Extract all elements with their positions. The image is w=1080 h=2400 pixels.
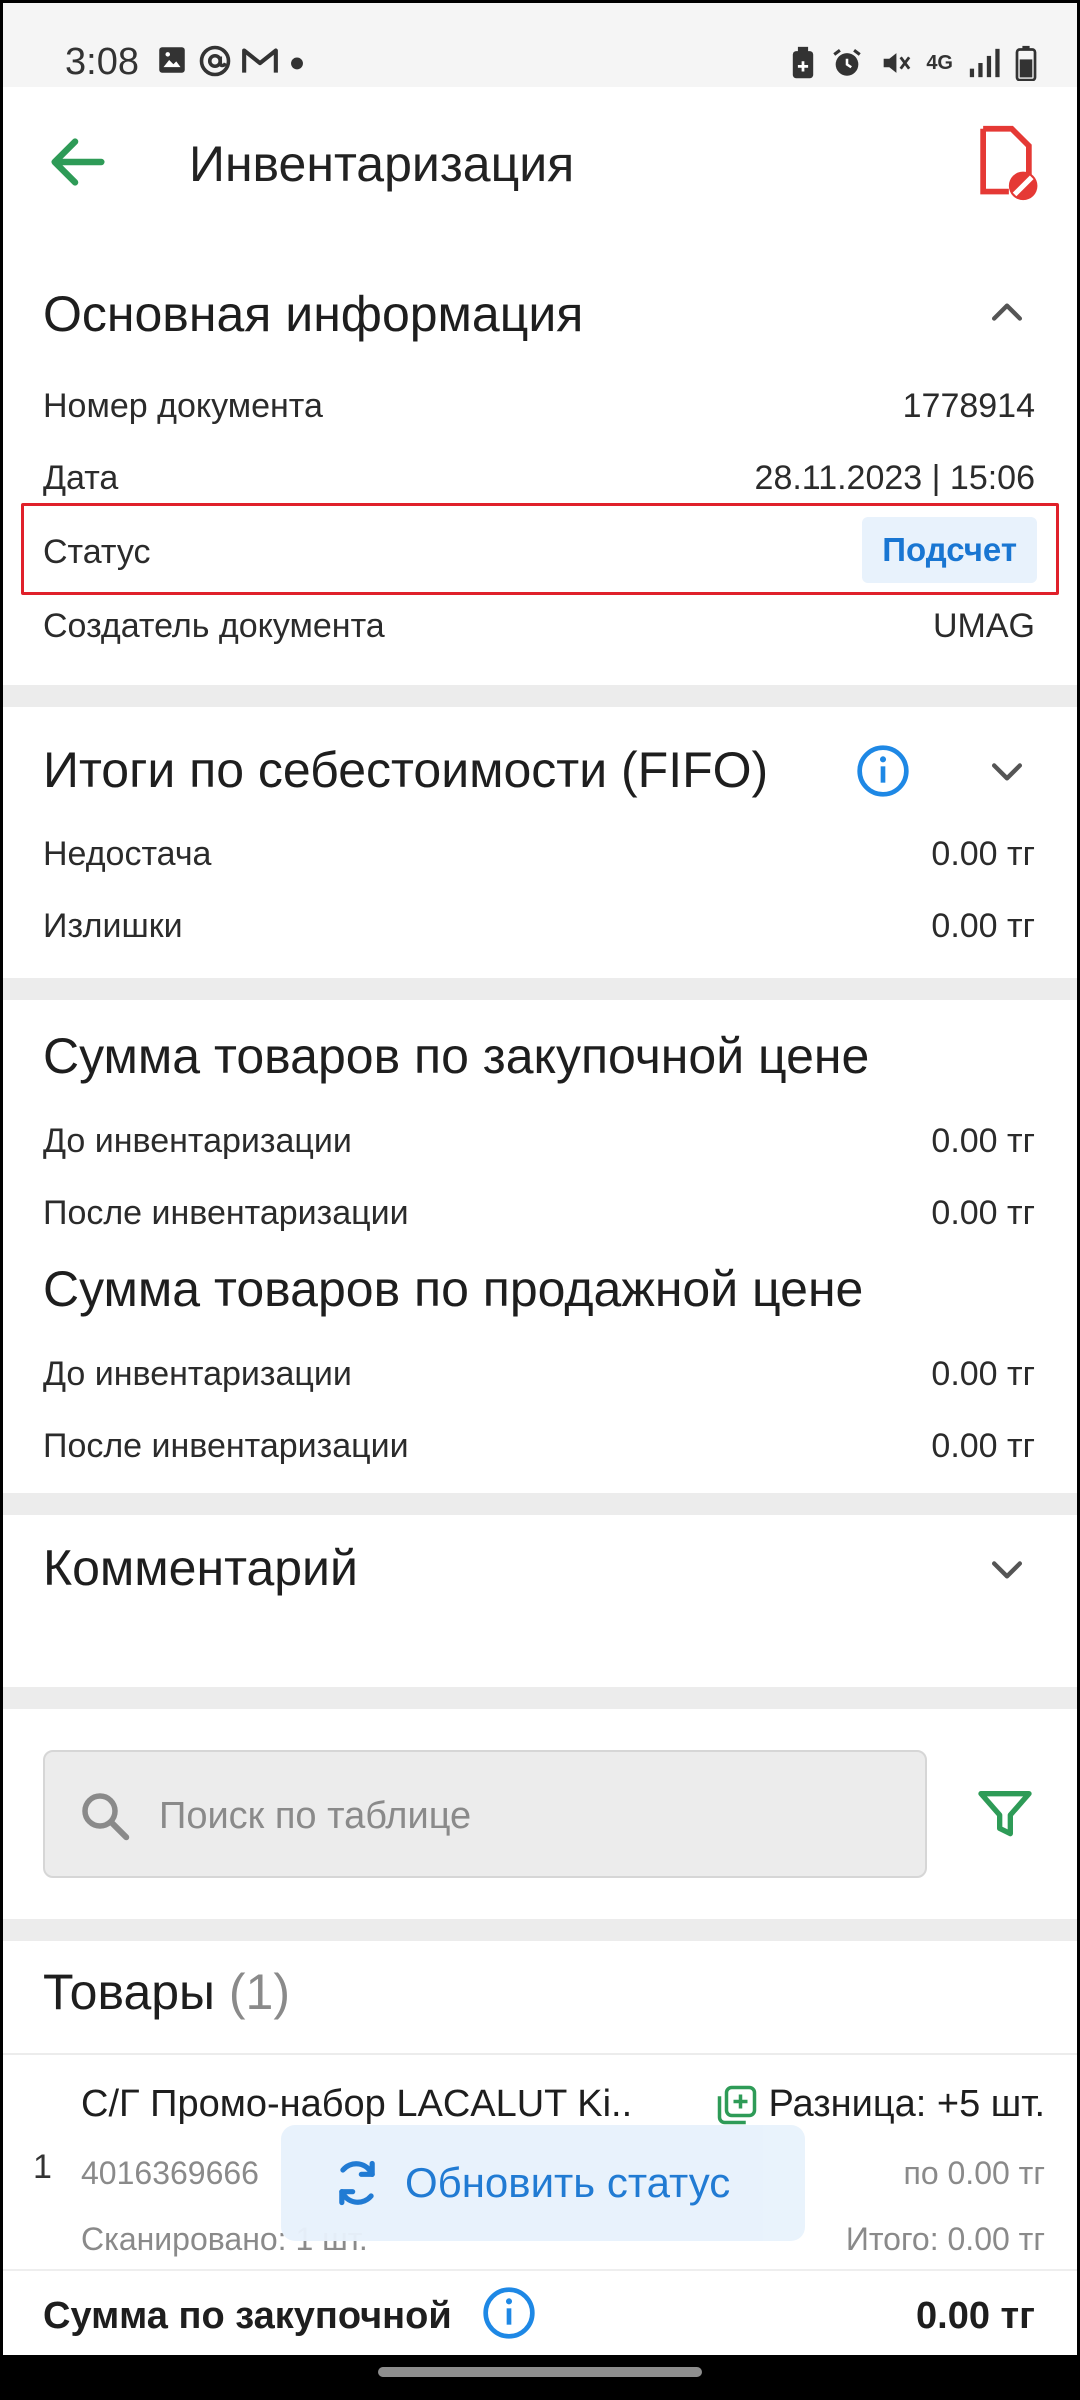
goods-count: (1) bbox=[228, 1964, 291, 2020]
shortage-value: 0.00 тг bbox=[931, 835, 1035, 873]
status-time: 3:08 bbox=[65, 41, 139, 83]
refresh-icon bbox=[339, 2160, 375, 2206]
chevron-down-icon bbox=[991, 763, 1023, 781]
section-divider bbox=[3, 1687, 1077, 1709]
image-icon bbox=[159, 47, 185, 73]
app-bar: Инвентаризация bbox=[3, 87, 1077, 237]
purchase-after-label: После инвентаризации bbox=[43, 1194, 409, 1232]
main-info-title: Основная информация bbox=[43, 286, 584, 342]
purchase-sum-title: Сумма товаров по закупочной цене bbox=[43, 1028, 870, 1084]
surplus-value: 0.00 тг bbox=[931, 907, 1035, 945]
purchase-before-label: До инвентаризации bbox=[43, 1122, 352, 1160]
info-icon bbox=[483, 2287, 535, 2339]
navigation-bar bbox=[3, 2355, 1077, 2397]
sale-before-label: До инвентаризации bbox=[43, 1355, 352, 1393]
battery-saver-icon bbox=[793, 46, 814, 79]
search-input[interactable] bbox=[159, 1788, 899, 1844]
shortage-label: Недостача bbox=[43, 835, 212, 873]
update-status-button[interactable]: Обновить статус bbox=[281, 2125, 805, 2241]
item-index: 1 bbox=[33, 2148, 52, 2186]
item-price: по 0.00 тг bbox=[903, 2155, 1045, 2191]
date-value: 28.11.2023 | 15:06 bbox=[754, 459, 1035, 497]
alarm-icon bbox=[833, 49, 861, 76]
gesture-handle[interactable] bbox=[378, 2367, 702, 2377]
goods-title-label: Товары bbox=[43, 1964, 215, 2020]
add-box-icon bbox=[718, 2085, 757, 2124]
signal-icon bbox=[969, 48, 1000, 78]
section-divider bbox=[3, 685, 1077, 707]
status-bar: 3:08 4G bbox=[3, 3, 1077, 87]
info-icon bbox=[857, 745, 909, 797]
dot-icon bbox=[291, 57, 303, 70]
doc-number-label: Номер документа bbox=[43, 387, 323, 425]
expand-fifo-button[interactable] bbox=[985, 749, 1029, 793]
bottom-info-button[interactable] bbox=[481, 2285, 537, 2341]
expand-comment-button[interactable] bbox=[985, 1547, 1029, 1591]
gmail-icon bbox=[242, 48, 278, 73]
purchase-after-value: 0.00 тг bbox=[931, 1194, 1035, 1232]
status-right-icons: 4G bbox=[790, 45, 1037, 81]
item-code: 4016369666 bbox=[81, 2155, 259, 2191]
sale-after-value: 0.00 тг bbox=[931, 1427, 1035, 1465]
cancel-document-button[interactable] bbox=[971, 123, 1041, 203]
update-status-label: Обновить статус bbox=[405, 2159, 731, 2206]
chevron-up-icon bbox=[991, 303, 1023, 321]
item-difference: Разница: +5 шт. bbox=[716, 2083, 1045, 2126]
purchase-before-value: 0.00 тг bbox=[931, 1122, 1035, 1160]
collapse-main-info-button[interactable] bbox=[985, 291, 1029, 335]
sale-before-value: 0.00 тг bbox=[931, 1355, 1035, 1393]
fifo-info-button[interactable] bbox=[855, 743, 911, 799]
item-total: Итого: 0.00 тг bbox=[845, 2221, 1045, 2257]
comment-title: Комментарий bbox=[43, 1540, 358, 1596]
sale-after-label: После инвентаризации bbox=[43, 1427, 409, 1465]
bottom-summary-label: Сумма по закупочной bbox=[43, 2295, 452, 2337]
item-difference-label: Разница: +5 шт. bbox=[768, 2083, 1045, 2125]
bottom-summary-bar: Сумма по закупочной 0.00 тг bbox=[3, 2269, 1077, 2355]
at-icon bbox=[199, 45, 231, 77]
screen: 3:08 4G Инвентаризация Основная информац… bbox=[3, 3, 1077, 2397]
status-row-highlight bbox=[21, 503, 1059, 595]
creator-value: UMAG bbox=[933, 607, 1035, 645]
document-cancel-icon bbox=[980, 125, 1038, 201]
filter-icon bbox=[978, 1791, 1032, 1837]
section-divider bbox=[3, 1919, 1077, 1941]
filter-button[interactable] bbox=[973, 1783, 1037, 1847]
page-title: Инвентаризация bbox=[189, 136, 575, 192]
search-icon bbox=[82, 1793, 130, 1841]
battery-icon bbox=[1015, 45, 1037, 81]
section-divider bbox=[3, 1493, 1077, 1515]
creator-label: Создатель документа bbox=[43, 607, 385, 645]
back-button[interactable] bbox=[43, 127, 113, 197]
goods-list-divider bbox=[3, 2053, 1077, 2055]
sale-sum-title: Сумма товаров по продажной цене bbox=[43, 1261, 864, 1317]
date-label: Дата bbox=[43, 459, 119, 497]
search-box[interactable] bbox=[43, 1750, 927, 1878]
arrow-back-icon bbox=[51, 138, 105, 186]
network-4g-icon: 4G bbox=[926, 52, 953, 74]
mute-icon bbox=[883, 53, 911, 73]
status-left-icons bbox=[155, 43, 307, 79]
item-name: С/Г Промо-набор LACALUT Ki.. bbox=[81, 2083, 633, 2125]
surplus-label: Излишки bbox=[43, 907, 183, 945]
section-divider bbox=[3, 978, 1077, 1000]
fifo-title: Итоги по себестоимости (FIFO) bbox=[43, 742, 769, 798]
bottom-summary-value: 0.00 тг bbox=[916, 2295, 1035, 2337]
goods-title: Товары (1) bbox=[43, 1963, 290, 2021]
chevron-down-icon bbox=[991, 1561, 1023, 1579]
doc-number-value: 1778914 bbox=[902, 387, 1035, 425]
